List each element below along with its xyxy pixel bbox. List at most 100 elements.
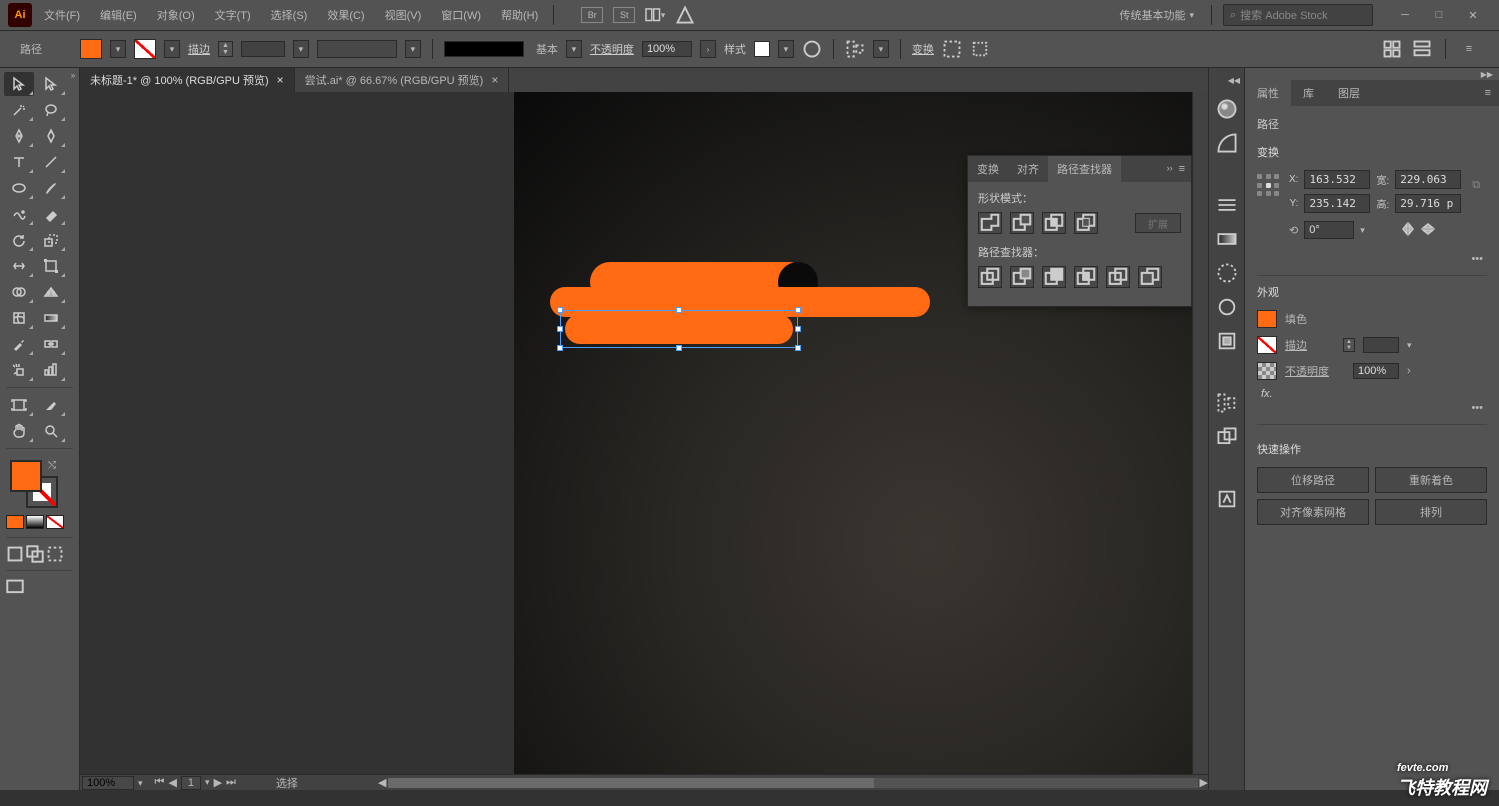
minus-front-button[interactable] xyxy=(1010,212,1034,234)
selection-tool[interactable] xyxy=(4,72,34,96)
close-icon[interactable]: × xyxy=(491,73,498,87)
column-graph-tool[interactable] xyxy=(36,358,66,382)
eraser-tool[interactable] xyxy=(36,202,66,226)
tab-properties[interactable]: 属性 xyxy=(1245,80,1291,106)
tab-pathfinder[interactable]: 路径查找器 xyxy=(1048,156,1121,182)
stroke-panel-icon[interactable] xyxy=(1216,194,1238,216)
artboard-dropdown[interactable] xyxy=(205,776,210,790)
menu-object[interactable]: 对象(O) xyxy=(149,3,203,27)
symbol-sprayer-tool[interactable] xyxy=(4,358,34,382)
stroke-swatch-small[interactable] xyxy=(1257,336,1277,354)
stroke-profile-dropdown[interactable] xyxy=(405,40,421,58)
intersect-button[interactable] xyxy=(1042,212,1066,234)
divide-button[interactable] xyxy=(978,266,1002,288)
zoom-dropdown[interactable] xyxy=(134,777,147,789)
props-collapse[interactable]: ▶▶ xyxy=(1245,68,1499,80)
minimize-button[interactable]: ─ xyxy=(1395,5,1415,25)
isolate-icon[interactable] xyxy=(942,39,962,59)
mesh-tool[interactable] xyxy=(4,306,34,330)
tab-align[interactable]: 对齐 xyxy=(1008,156,1048,182)
constrain-proportions-icon[interactable]: ⧉ xyxy=(1469,170,1483,200)
align-pixel-button[interactable]: 对齐像素网格 xyxy=(1257,499,1369,525)
line-tool[interactable] xyxy=(36,150,66,174)
fill-dropdown[interactable] xyxy=(110,40,126,58)
menu-window[interactable]: 窗口(W) xyxy=(433,3,489,27)
opacity-input[interactable] xyxy=(1353,363,1399,379)
shaper-tool[interactable] xyxy=(4,202,34,226)
gradient-panel-icon[interactable] xyxy=(1216,228,1238,250)
color-mode-btn[interactable] xyxy=(6,515,24,529)
prev-artboard[interactable]: ◀ xyxy=(168,776,176,790)
exclude-button[interactable] xyxy=(1074,212,1098,234)
menu-view[interactable]: 视图(V) xyxy=(377,3,430,27)
close-button[interactable]: ✕ xyxy=(1463,5,1483,25)
flip-vertical-icon[interactable] xyxy=(1421,222,1435,239)
lasso-tool[interactable] xyxy=(36,98,66,122)
hand-tool[interactable] xyxy=(4,419,34,443)
pixel-snap-icon[interactable] xyxy=(970,39,990,59)
opacity-label[interactable]: 不透明度 xyxy=(1285,363,1345,379)
height-input[interactable] xyxy=(1395,194,1461,213)
stroke-label[interactable]: 描边 xyxy=(188,41,210,57)
menu-effect[interactable]: 效果(C) xyxy=(319,3,372,27)
stroke-up[interactable]: ▲ xyxy=(219,42,232,49)
tab-layers[interactable]: 图层 xyxy=(1326,80,1372,106)
panel-menu-icon[interactable]: ≡ xyxy=(1477,87,1499,99)
first-artboard[interactable]: ⏮ xyxy=(155,776,165,790)
panel-toggle-2[interactable] xyxy=(1412,39,1432,59)
style-dropdown[interactable] xyxy=(778,40,794,58)
magic-wand-tool[interactable] xyxy=(4,98,34,122)
crop-button[interactable] xyxy=(1074,266,1098,288)
draw-behind[interactable] xyxy=(26,546,44,562)
minus-back-button[interactable] xyxy=(1138,266,1162,288)
collapse-icon[interactable]: ›› xyxy=(1167,163,1173,175)
reference-point-selector[interactable] xyxy=(1257,174,1281,198)
arrange-docs-icon[interactable] xyxy=(645,5,665,25)
ellipse-tool[interactable] xyxy=(4,176,34,200)
rotate-tool[interactable] xyxy=(4,228,34,252)
angle-dropdown[interactable] xyxy=(1360,224,1365,236)
canvas-viewport[interactable]: 变换 对齐 路径查找器 ›› ≡ 形状模式： xyxy=(80,92,1192,774)
stroke-down[interactable]: ▼ xyxy=(219,49,232,56)
scale-tool[interactable] xyxy=(36,228,66,252)
menu-help[interactable]: 帮助(H) xyxy=(493,3,546,27)
offset-path-button[interactable]: 位移路径 xyxy=(1257,467,1369,493)
more-options-icon[interactable]: ••• xyxy=(1257,400,1487,416)
stroke-weight-dropdown-small[interactable] xyxy=(1407,339,1412,351)
recolor-icon[interactable] xyxy=(802,39,822,59)
color-guide-panel-icon[interactable] xyxy=(1216,132,1238,154)
artboard-tool[interactable] xyxy=(4,393,34,417)
stroke-weight-input-small[interactable] xyxy=(1363,337,1399,353)
swap-fill-stroke[interactable]: ⤭ xyxy=(48,460,56,471)
width-input[interactable] xyxy=(1395,170,1461,189)
scrollbar-vertical[interactable] xyxy=(1192,92,1208,774)
color-panel-icon[interactable] xyxy=(1216,98,1238,120)
pathfinder-panel-icon[interactable] xyxy=(1216,426,1238,448)
panel-toggle-1[interactable] xyxy=(1382,39,1402,59)
opacity-dropdown[interactable]: › xyxy=(700,40,716,58)
gradient-mode-btn[interactable] xyxy=(26,515,44,529)
type-tool[interactable] xyxy=(4,150,34,174)
fx-button[interactable]: fx. xyxy=(1257,388,1487,400)
maximize-button[interactable]: □ xyxy=(1429,5,1449,25)
panel-menu-icon[interactable]: ≡ xyxy=(1459,39,1479,59)
brush-dropdown[interactable] xyxy=(566,40,582,58)
align-dropdown[interactable] xyxy=(873,40,889,58)
eyedropper-tool[interactable] xyxy=(4,332,34,356)
width-tool[interactable] xyxy=(4,254,34,278)
blend-tool[interactable] xyxy=(36,332,66,356)
stroke-label[interactable]: 描边 xyxy=(1285,337,1335,353)
graphic-style-swatch[interactable] xyxy=(754,41,770,57)
curvature-tool[interactable] xyxy=(36,124,66,148)
workspace-switcher[interactable]: 传统基本功能 xyxy=(1113,5,1200,25)
stroke-dropdown[interactable] xyxy=(164,40,180,58)
graphic-styles-panel-icon[interactable] xyxy=(1216,330,1238,352)
draw-normal[interactable] xyxy=(6,546,24,562)
tab-transform[interactable]: 变换 xyxy=(968,156,1008,182)
fill-swatch-small[interactable] xyxy=(1257,310,1277,328)
scrollbar-horizontal[interactable] xyxy=(388,778,1197,788)
transform-label[interactable]: 变换 xyxy=(912,41,934,57)
free-transform-tool[interactable] xyxy=(36,254,66,278)
screen-mode[interactable] xyxy=(6,579,24,595)
gradient-tool[interactable] xyxy=(36,306,66,330)
